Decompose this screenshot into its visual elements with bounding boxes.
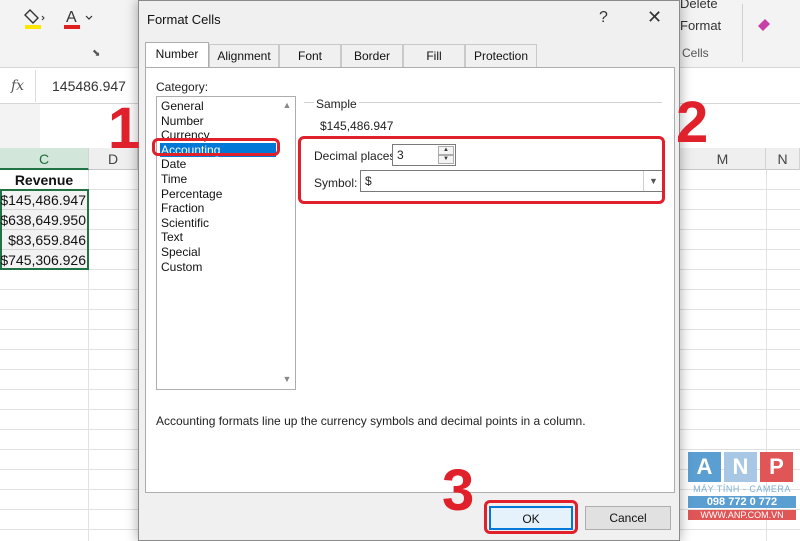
- help-icon[interactable]: ?: [599, 9, 608, 27]
- list-item[interactable]: General: [160, 99, 276, 114]
- tab-alignment[interactable]: Alignment: [209, 44, 279, 68]
- ribbon-divider: [742, 4, 743, 62]
- sample-label: Sample: [314, 97, 359, 111]
- list-item[interactable]: Fraction: [160, 201, 276, 216]
- scroll-up-icon[interactable]: ▲: [281, 99, 293, 111]
- tab-protection[interactable]: Protection: [465, 44, 537, 68]
- delete-label[interactable]: Delete: [680, 0, 718, 11]
- column-header-n[interactable]: N: [766, 148, 800, 170]
- logo-letter: A: [688, 452, 721, 482]
- cancel-button[interactable]: Cancel: [585, 506, 671, 530]
- number-tab-panel: Category: General Number Currency Accoun…: [145, 67, 675, 493]
- table-row[interactable]: $745,306.926: [0, 250, 88, 270]
- formula-value[interactable]: 145486.947: [52, 78, 126, 94]
- dialog-launcher-icon[interactable]: ⬊: [92, 48, 100, 59]
- table-row[interactable]: $145,486.947: [0, 190, 88, 210]
- list-item[interactable]: Custom: [160, 260, 276, 275]
- list-item[interactable]: Time: [160, 172, 276, 187]
- scroll-down-icon[interactable]: ▼: [281, 373, 293, 385]
- tab-font[interactable]: Font: [279, 44, 341, 68]
- format-description: Accounting formats line up the currency …: [156, 414, 586, 428]
- list-item[interactable]: Number: [160, 114, 276, 129]
- name-box-area: [0, 104, 40, 148]
- annotation-step-1: 1: [108, 96, 141, 161]
- font-color-icon: A: [64, 9, 93, 29]
- list-item[interactable]: Date: [160, 157, 276, 172]
- column-header-c[interactable]: C: [0, 148, 89, 170]
- tab-fill[interactable]: Fill: [403, 44, 465, 68]
- tab-border[interactable]: Border: [341, 44, 403, 68]
- sample-value: $145,486.947: [320, 119, 394, 133]
- list-item[interactable]: Text: [160, 230, 276, 245]
- tab-number[interactable]: Number: [145, 42, 209, 68]
- format-cells-dialog: Format Cells ? ✕ Number Alignment Font B…: [138, 0, 680, 541]
- cells-group-label: Cells: [682, 46, 709, 60]
- logo-letter: P: [760, 452, 793, 482]
- dialog-title: Format Cells: [147, 12, 221, 27]
- category-label: Category:: [156, 80, 209, 94]
- cell-revenue-header[interactable]: Revenue: [0, 170, 88, 190]
- svg-text:A: A: [66, 9, 77, 26]
- annotation-box-options: [298, 136, 665, 204]
- annotation-box-category: [152, 138, 280, 156]
- annotation-box-ok: [484, 500, 578, 534]
- logo-letter: N: [724, 452, 757, 482]
- anp-logo: A N P MÁY TÍNH - CAMERA 098 772 0 772 WW…: [688, 452, 796, 530]
- fx-icon[interactable]: fx: [0, 70, 36, 102]
- fill-color-button[interactable]: [22, 6, 48, 30]
- font-color-button[interactable]: A: [60, 6, 96, 30]
- format-label[interactable]: Format: [680, 18, 721, 33]
- fill-color-icon: [24, 9, 45, 29]
- list-item[interactable]: Special: [160, 245, 276, 260]
- logo-phone: 098 772 0 772: [688, 496, 796, 508]
- list-item[interactable]: Scientific: [160, 216, 276, 231]
- cells-group: Delete Format Cells: [678, 0, 800, 68]
- logo-tagline: MÁY TÍNH - CAMERA: [693, 484, 791, 494]
- logo-site: WWW.ANP.COM.VN: [688, 510, 796, 520]
- annotation-step-3: 3: [442, 458, 475, 523]
- annotation-step-2: 2: [676, 90, 709, 155]
- table-row[interactable]: $83,659.846: [0, 230, 88, 250]
- eraser-icon[interactable]: [754, 14, 774, 34]
- table-row[interactable]: $638,649.950: [0, 210, 88, 230]
- close-icon[interactable]: ✕: [647, 7, 662, 28]
- list-item[interactable]: Percentage: [160, 187, 276, 202]
